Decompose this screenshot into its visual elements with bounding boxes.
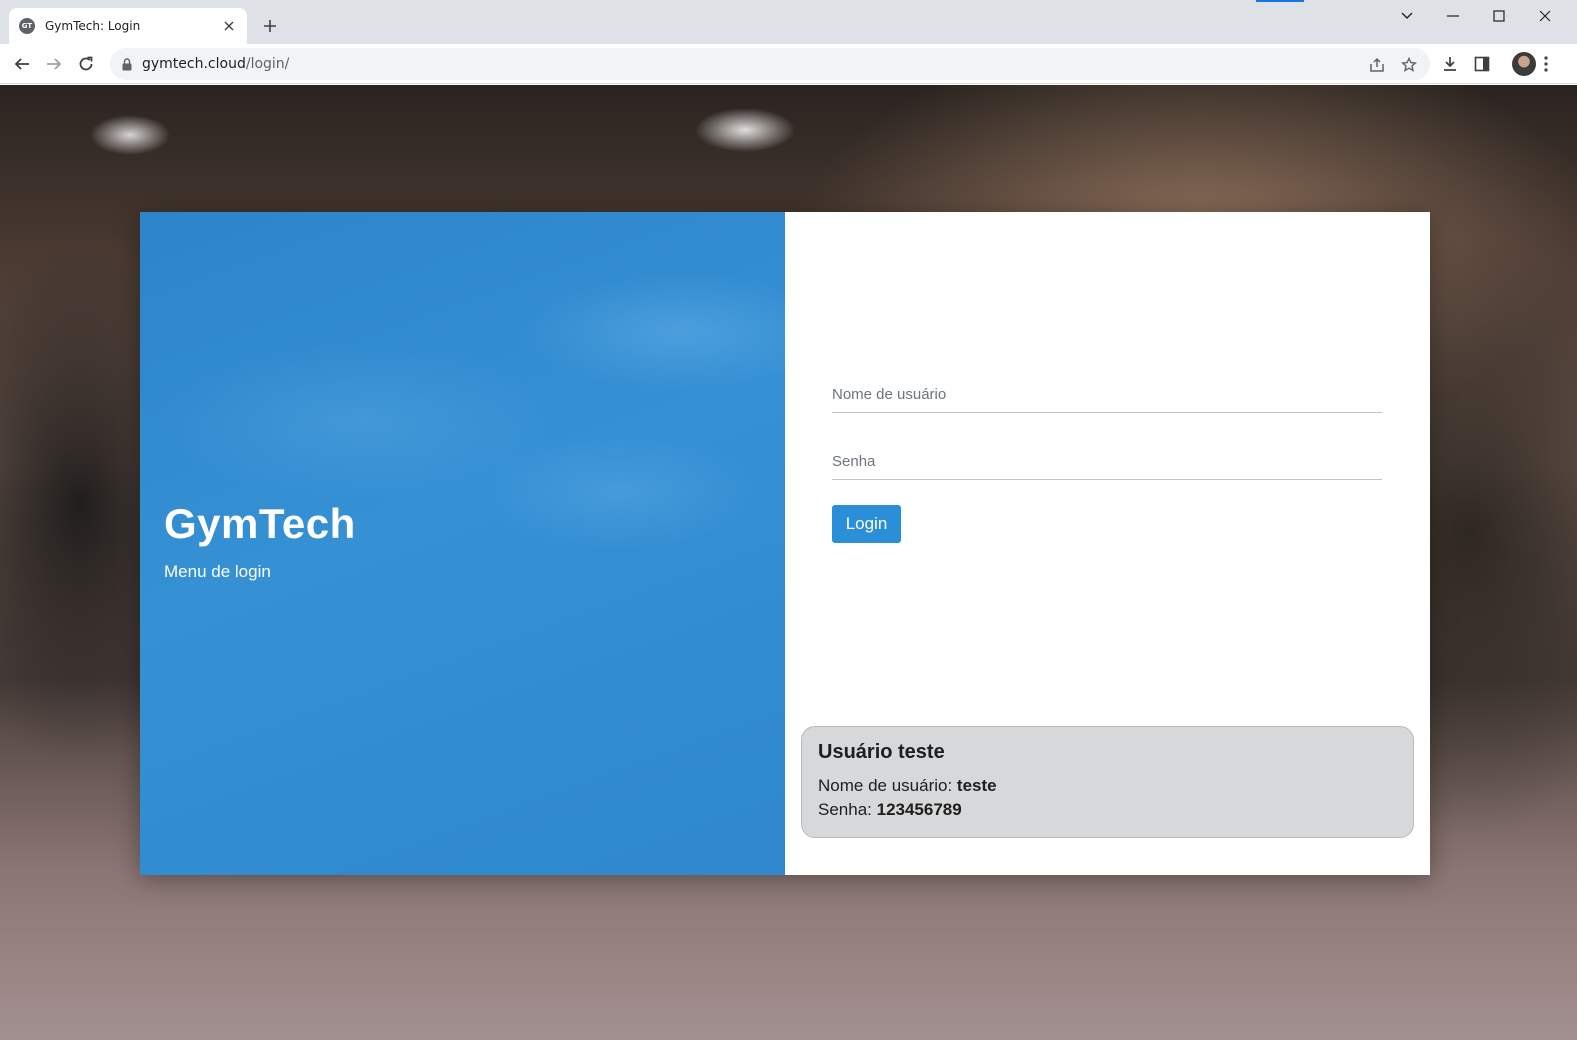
site-favicon-icon: GT (19, 18, 35, 34)
tab-search-chevron-down-icon[interactable] (1392, 4, 1422, 28)
brand-title: GymTech (164, 500, 356, 547)
kebab-menu-icon[interactable] (1536, 54, 1556, 74)
minimize-icon[interactable] (1438, 4, 1468, 28)
download-icon[interactable] (1440, 54, 1460, 74)
brand-subtitle: Menu de login (164, 562, 271, 581)
browser-toolbar: gymtech.cloud/login/ (0, 44, 1577, 84)
form-panel: Login Usuário teste Nome de usuário: tes… (785, 212, 1430, 875)
test-password-value: 123456789 (876, 800, 962, 819)
test-password-line: Senha: 123456789 (818, 798, 1397, 822)
tab-strip-accent (1256, 0, 1304, 2)
brand-panel: GymTech Menu de login (140, 212, 785, 875)
address-bar[interactable]: gymtech.cloud/login/ (110, 48, 1430, 80)
username-input[interactable] (832, 373, 1382, 413)
close-window-icon[interactable] (1530, 4, 1560, 28)
tab-strip: GT GymTech: Login (0, 0, 1577, 44)
close-tab-icon[interactable] (221, 18, 237, 34)
lock-icon[interactable] (122, 57, 132, 71)
password-input[interactable] (832, 440, 1382, 480)
back-arrow-icon[interactable] (8, 50, 36, 78)
share-icon[interactable] (1368, 56, 1386, 74)
page-background: GymTech Menu de login Login Usuário test… (0, 85, 1577, 1040)
test-username-line: Nome de usuário: teste (818, 774, 1397, 798)
side-panel-icon[interactable] (1472, 54, 1492, 74)
test-username-label: Nome de usuário: (818, 776, 957, 795)
login-card: GymTech Menu de login Login Usuário test… (140, 212, 1430, 875)
forward-arrow-icon[interactable] (40, 50, 68, 78)
bookmark-star-icon[interactable] (1400, 56, 1418, 74)
login-button[interactable]: Login (832, 505, 901, 543)
url-text: gymtech.cloud/login/ (142, 56, 289, 72)
test-user-heading: Usuário teste (818, 741, 945, 763)
url-path: /login/ (245, 56, 290, 72)
test-username-value: teste (956, 776, 997, 795)
browser-tab[interactable]: GT GymTech: Login (9, 8, 247, 44)
new-tab-plus-icon[interactable] (258, 14, 282, 38)
tab-title: GymTech: Login (45, 19, 141, 33)
url-host: gymtech.cloud (142, 56, 246, 72)
profile-avatar[interactable] (1512, 52, 1536, 76)
test-password-label: Senha: (818, 800, 877, 819)
reload-icon[interactable] (72, 50, 100, 78)
test-user-box: Usuário teste Nome de usuário: teste Sen… (801, 726, 1414, 838)
maximize-icon[interactable] (1484, 4, 1514, 28)
